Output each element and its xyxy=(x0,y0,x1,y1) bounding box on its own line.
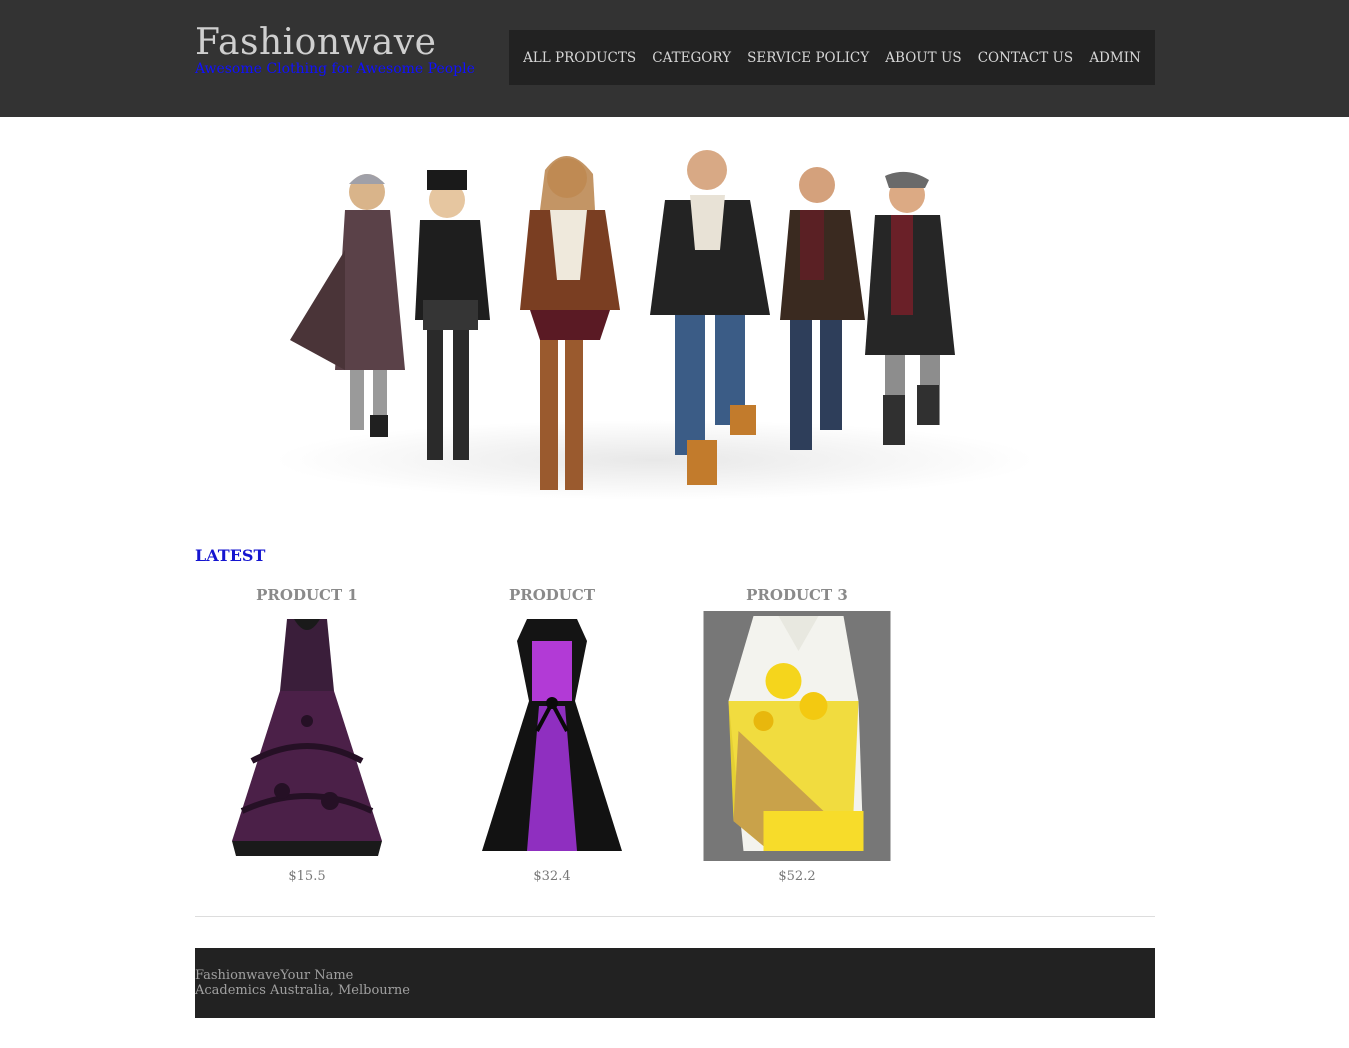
product-name[interactable]: PRODUCT 1 xyxy=(212,586,402,604)
nav-admin[interactable]: ADMIN xyxy=(1089,50,1141,66)
nav-about-us[interactable]: ABOUT US xyxy=(885,50,961,66)
yellow-floral-tunic-image xyxy=(703,611,891,861)
nav-all-products[interactable]: ALL PRODUCTS xyxy=(523,50,636,66)
hero-banner-image xyxy=(195,140,1155,500)
product-image[interactable] xyxy=(212,611,402,865)
nav-contact-us[interactable]: CONTACT US xyxy=(978,50,1073,66)
latest-section-title: LATEST xyxy=(195,546,266,565)
model-figure xyxy=(780,167,865,450)
section-divider xyxy=(195,916,1155,917)
nav-category[interactable]: CATEGORY xyxy=(652,50,731,66)
model-figure xyxy=(865,171,955,445)
product-card[interactable]: PRODUCT 3 $52.2 xyxy=(702,586,892,886)
footer: FashionwaveYour Name Academics Australia… xyxy=(195,948,1155,1018)
product-image[interactable] xyxy=(457,611,647,865)
hero-illustration xyxy=(275,150,1035,500)
product-name[interactable]: PRODUCT 3 xyxy=(702,586,892,604)
nav-service-policy[interactable]: SERVICE POLICY xyxy=(747,50,869,66)
purple-lace-dress-image xyxy=(212,611,402,861)
product-image[interactable] xyxy=(703,611,891,865)
site-tagline: Awesome Clothing for Awesome People xyxy=(195,61,475,77)
product-name[interactable]: PRODUCT xyxy=(457,586,647,604)
model-figure xyxy=(290,174,405,437)
product-price: $15.5 xyxy=(288,869,326,884)
footer-credit: FashionwaveYour Name xyxy=(195,968,354,983)
model-figure xyxy=(415,170,490,460)
site-title[interactable]: Fashionwave xyxy=(195,22,436,63)
product-card[interactable]: PRODUCT $32.4 xyxy=(457,586,647,886)
footer-address: Academics Australia, Melbourne xyxy=(195,983,410,998)
header-bar: Fashionwave Awesome Clothing for Awesome… xyxy=(0,0,1349,117)
black-purple-dress-image xyxy=(457,611,647,861)
product-price: $52.2 xyxy=(778,869,816,884)
product-card[interactable]: PRODUCT 1 $15.5 xyxy=(212,586,402,886)
main-nav: ALL PRODUCTS CATEGORY SERVICE POLICY ABO… xyxy=(509,30,1155,85)
product-price: $32.4 xyxy=(533,869,571,884)
